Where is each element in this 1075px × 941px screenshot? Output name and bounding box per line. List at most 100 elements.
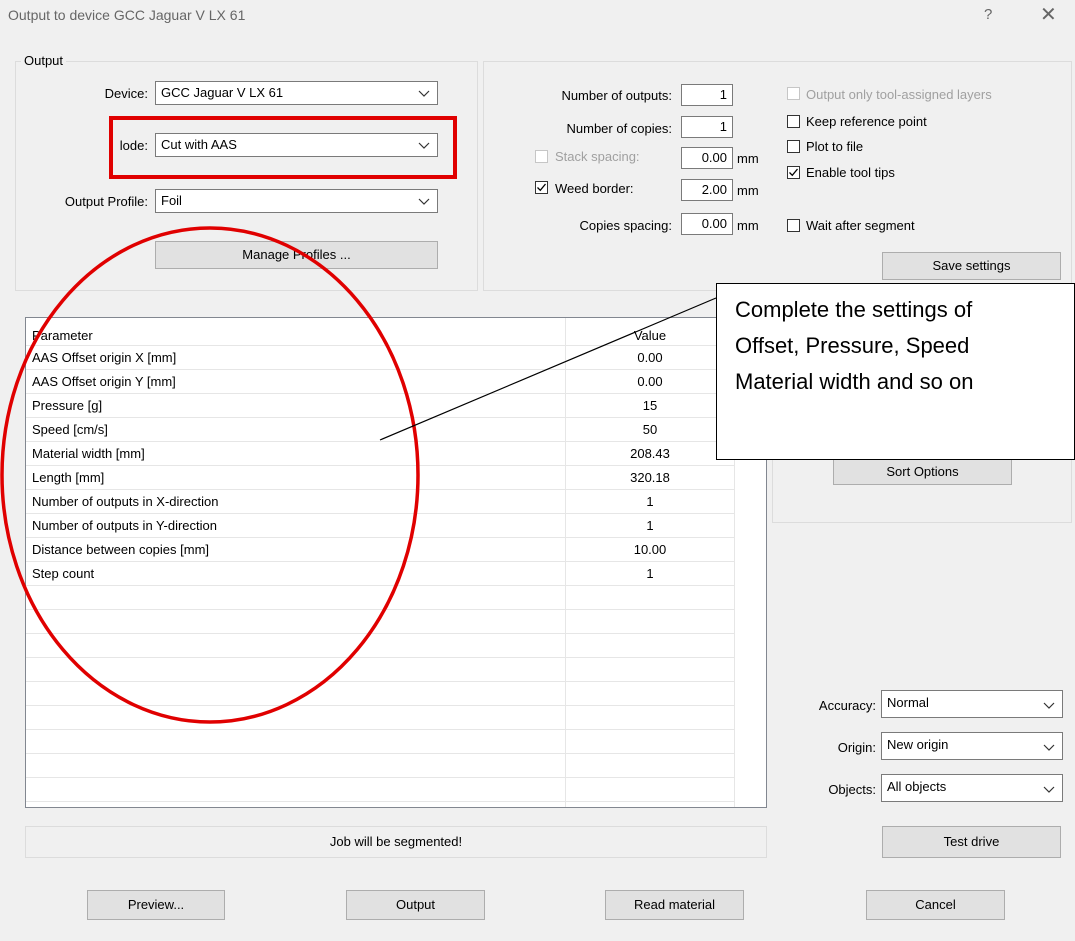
- enable-tips-checkbox[interactable]: [787, 166, 800, 179]
- stack-spacing-input[interactable]: 0.00: [681, 147, 733, 169]
- only-tool-layers-checkbox[interactable]: [787, 87, 800, 100]
- origin-label: Origin:: [837, 740, 876, 755]
- parameter-grid[interactable]: Parameter Value AAS Offset origin X [mm]…: [25, 317, 767, 808]
- param-value: 15: [642, 398, 658, 413]
- copies-spacing-unit: mm: [737, 218, 759, 233]
- stack-spacing-label: Stack spacing:: [555, 149, 640, 164]
- param-name: Number of outputs in Y-direction: [32, 518, 217, 533]
- empty-row: [26, 586, 734, 610]
- device-label: Device:: [104, 86, 148, 101]
- num-copies-input[interactable]: 1: [681, 116, 733, 138]
- weed-border-checkbox[interactable]: [535, 181, 548, 194]
- table-row[interactable]: Number of outputs in X-direction 1: [26, 490, 734, 514]
- table-row[interactable]: Material width [mm] 208.43: [26, 442, 734, 466]
- chevron-down-icon: [1043, 744, 1055, 751]
- weed-border-input[interactable]: 2.00: [681, 179, 733, 201]
- objects-select[interactable]: All objects: [881, 774, 1063, 802]
- output-group-legend: Output: [21, 53, 67, 68]
- param-name: Step count: [32, 566, 95, 581]
- annotation-callout: Complete the settings of Offset, Pressur…: [716, 283, 1075, 460]
- window-title: Output to device GCC Jaguar V LX 61: [8, 7, 246, 23]
- test-drive-button[interactable]: Test drive: [882, 826, 1061, 858]
- callout-line: Material width and so on: [735, 369, 974, 394]
- checkmark-icon: [537, 183, 547, 192]
- output-button[interactable]: Output: [346, 890, 485, 920]
- close-button[interactable]: ✕: [1040, 2, 1057, 27]
- empty-row: [26, 658, 734, 682]
- table-row[interactable]: Length [mm] 320.18: [26, 466, 734, 490]
- param-value: 10.00: [633, 542, 667, 557]
- origin-select[interactable]: New origin: [881, 732, 1063, 760]
- profile-select[interactable]: Foil: [155, 189, 438, 213]
- accuracy-select[interactable]: Normal: [881, 690, 1063, 718]
- param-name: Number of outputs in X-direction: [32, 494, 219, 509]
- param-name: Pressure [g]: [32, 398, 103, 413]
- copies-spacing-input[interactable]: 0.00: [681, 213, 733, 235]
- empty-row: [26, 610, 734, 634]
- only-tool-layers-label: Output only tool-assigned layers: [806, 87, 992, 102]
- callout-line: Complete the settings of: [735, 297, 973, 322]
- keep-ref-checkbox[interactable]: [787, 115, 800, 128]
- num-copies-label: Number of copies:: [566, 121, 673, 136]
- device-select[interactable]: GCC Jaguar V LX 61: [155, 81, 438, 105]
- manage-profiles-button[interactable]: Manage Profiles ...: [155, 241, 438, 269]
- empty-row: [26, 682, 734, 706]
- status-bar: Job will be segmented!: [25, 826, 767, 858]
- mode-highlight-box: [109, 116, 457, 179]
- table-row[interactable]: AAS Offset origin Y [mm] 0.00: [26, 370, 734, 394]
- objects-label: Objects:: [828, 782, 876, 797]
- wait-segment-label: Wait after segment: [806, 218, 915, 233]
- chevron-down-icon: [1043, 702, 1055, 709]
- stack-spacing-checkbox[interactable]: [535, 150, 548, 163]
- empty-row: [26, 634, 734, 658]
- param-value: 50: [642, 422, 658, 437]
- param-name: Material width [mm]: [32, 446, 145, 461]
- save-settings-button[interactable]: Save settings: [882, 252, 1061, 280]
- preview-button[interactable]: Preview...: [87, 890, 225, 920]
- param-name: Length [mm]: [32, 470, 105, 485]
- plot-to-file-checkbox[interactable]: [787, 140, 800, 153]
- param-name: Distance between copies [mm]: [32, 542, 210, 557]
- origin-select-value: New origin: [887, 737, 949, 752]
- chevron-down-icon: [1043, 786, 1055, 793]
- param-value: 320.18: [630, 470, 670, 485]
- param-value: 0.00: [637, 350, 663, 365]
- stack-spacing-unit: mm: [737, 151, 759, 166]
- param-value: 1: [646, 566, 654, 581]
- table-row[interactable]: Pressure [g] 15: [26, 394, 734, 418]
- param-name: AAS Offset origin Y [mm]: [32, 374, 176, 389]
- num-outputs-input[interactable]: 1: [681, 84, 733, 106]
- table-row[interactable]: AAS Offset origin X [mm] 0.00: [26, 346, 734, 370]
- table-row[interactable]: Step count 1: [26, 562, 734, 586]
- wait-segment-checkbox[interactable]: [787, 219, 800, 232]
- param-value: 0.00: [637, 374, 663, 389]
- table-row[interactable]: Number of outputs in Y-direction 1: [26, 514, 734, 538]
- help-button[interactable]: ?: [984, 6, 992, 23]
- chevron-down-icon: [418, 198, 430, 205]
- sort-options-button[interactable]: Sort Options: [833, 459, 1012, 485]
- accuracy-label: Accuracy:: [818, 698, 876, 713]
- objects-select-value: All objects: [887, 779, 947, 794]
- keep-ref-label: Keep reference point: [806, 114, 927, 129]
- read-material-button[interactable]: Read material: [605, 890, 744, 920]
- cancel-button[interactable]: Cancel: [866, 890, 1005, 920]
- table-row[interactable]: Distance between copies [mm] 10.00: [26, 538, 734, 562]
- grid-header-value: Value: [633, 328, 667, 343]
- accuracy-select-value: Normal: [887, 695, 929, 710]
- empty-row: [26, 730, 734, 754]
- callout-line: Offset, Pressure, Speed: [735, 333, 970, 358]
- num-outputs-label: Number of outputs:: [561, 88, 672, 103]
- grid-header-param: Parameter: [32, 328, 93, 343]
- checkmark-icon: [789, 168, 799, 177]
- empty-row: [26, 706, 734, 730]
- param-value: 1: [646, 518, 654, 533]
- table-row[interactable]: Speed [cm/s] 50: [26, 418, 734, 442]
- param-value: 1: [646, 494, 654, 509]
- empty-row: [26, 754, 734, 778]
- chevron-down-icon: [418, 90, 430, 97]
- device-select-value: GCC Jaguar V LX 61: [161, 85, 284, 100]
- empty-row: [26, 778, 734, 802]
- plot-to-file-label: Plot to file: [806, 139, 864, 154]
- enable-tips-label: Enable tool tips: [806, 165, 895, 180]
- weed-border-label: Weed border:: [555, 181, 634, 196]
